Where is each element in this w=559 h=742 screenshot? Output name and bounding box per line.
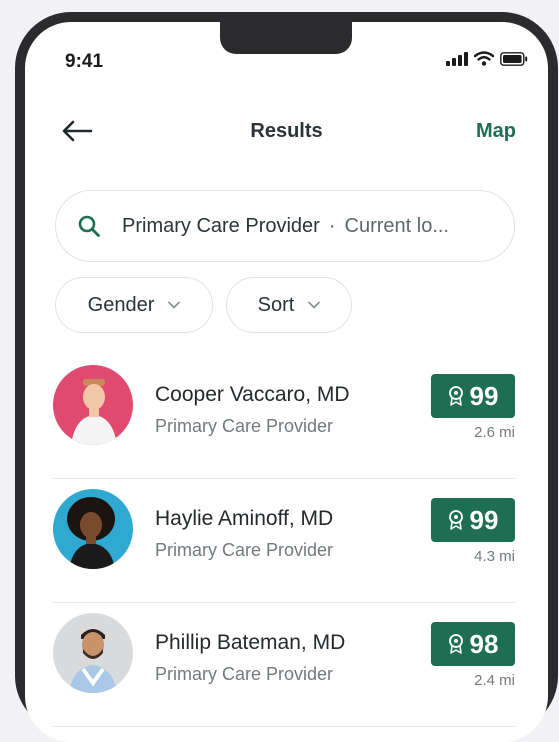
search-bar[interactable]: Primary Care Provider · Current lo... [55, 190, 515, 262]
map-button[interactable]: Map [476, 120, 516, 143]
status-icons [446, 51, 528, 66]
provider-name: Cooper Vaccaro, MD [155, 383, 350, 406]
gender-filter-button[interactable]: Gender [55, 277, 213, 333]
chevron-down-icon [308, 301, 321, 309]
provider-distance: 2.4 mi [474, 672, 515, 689]
avatar [53, 489, 133, 569]
search-location: Current lo... [344, 214, 449, 237]
rating-badge: 98 [431, 622, 515, 666]
provider-specialty: Primary Care Provider [155, 664, 334, 684]
provider-distance: 4.3 mi [474, 548, 515, 565]
provider-row[interactable]: Cooper Vaccaro, MD Primary Care Provider… [25, 357, 548, 481]
divider [53, 477, 515, 479]
award-icon [448, 510, 463, 530]
divider [53, 601, 515, 603]
provider-specialty: Primary Care Provider [155, 416, 334, 436]
search-query: Primary Care Provider [122, 214, 320, 237]
provider-name: Haylie Aminoff, MD [155, 507, 334, 530]
search-separator: · [328, 214, 336, 237]
award-icon [448, 634, 463, 654]
rating-score: 99 [469, 380, 499, 411]
battery-icon [500, 51, 528, 66]
search-icon [78, 215, 100, 237]
results-list: Cooper Vaccaro, MD Primary Care Provider… [25, 357, 548, 729]
provider-name: Phillip Bateman, MD [155, 631, 346, 654]
award-icon [448, 386, 463, 406]
rating-badge: 99 [431, 498, 515, 542]
divider [53, 725, 515, 727]
gender-filter-label: Gender [87, 293, 155, 316]
rating-score: 99 [469, 504, 499, 535]
sort-filter-button[interactable]: Sort [226, 277, 352, 333]
rating-badge: 99 [431, 374, 515, 418]
rating-score: 98 [469, 628, 499, 659]
wifi-icon [474, 51, 494, 66]
avatar [53, 613, 133, 693]
avatar [53, 365, 133, 445]
page-title: Results [250, 120, 323, 142]
cellular-signal-icon [446, 51, 468, 66]
provider-distance: 2.6 mi [474, 424, 515, 441]
phone-screen: 9:41 Results Map Primary Care Provider ·… [25, 22, 548, 742]
provider-specialty: Primary Care Provider [155, 540, 334, 560]
provider-row[interactable]: Haylie Aminoff, MD Primary Care Provider… [25, 481, 548, 605]
sort-filter-label: Sort [257, 293, 295, 316]
provider-row[interactable]: Phillip Bateman, MD Primary Care Provide… [25, 605, 548, 729]
phone-notch [220, 22, 352, 54]
status-time: 9:41 [65, 51, 104, 72]
phone-frame: 9:41 Results Map Primary Care Provider ·… [15, 12, 558, 742]
chevron-down-icon [168, 301, 181, 309]
